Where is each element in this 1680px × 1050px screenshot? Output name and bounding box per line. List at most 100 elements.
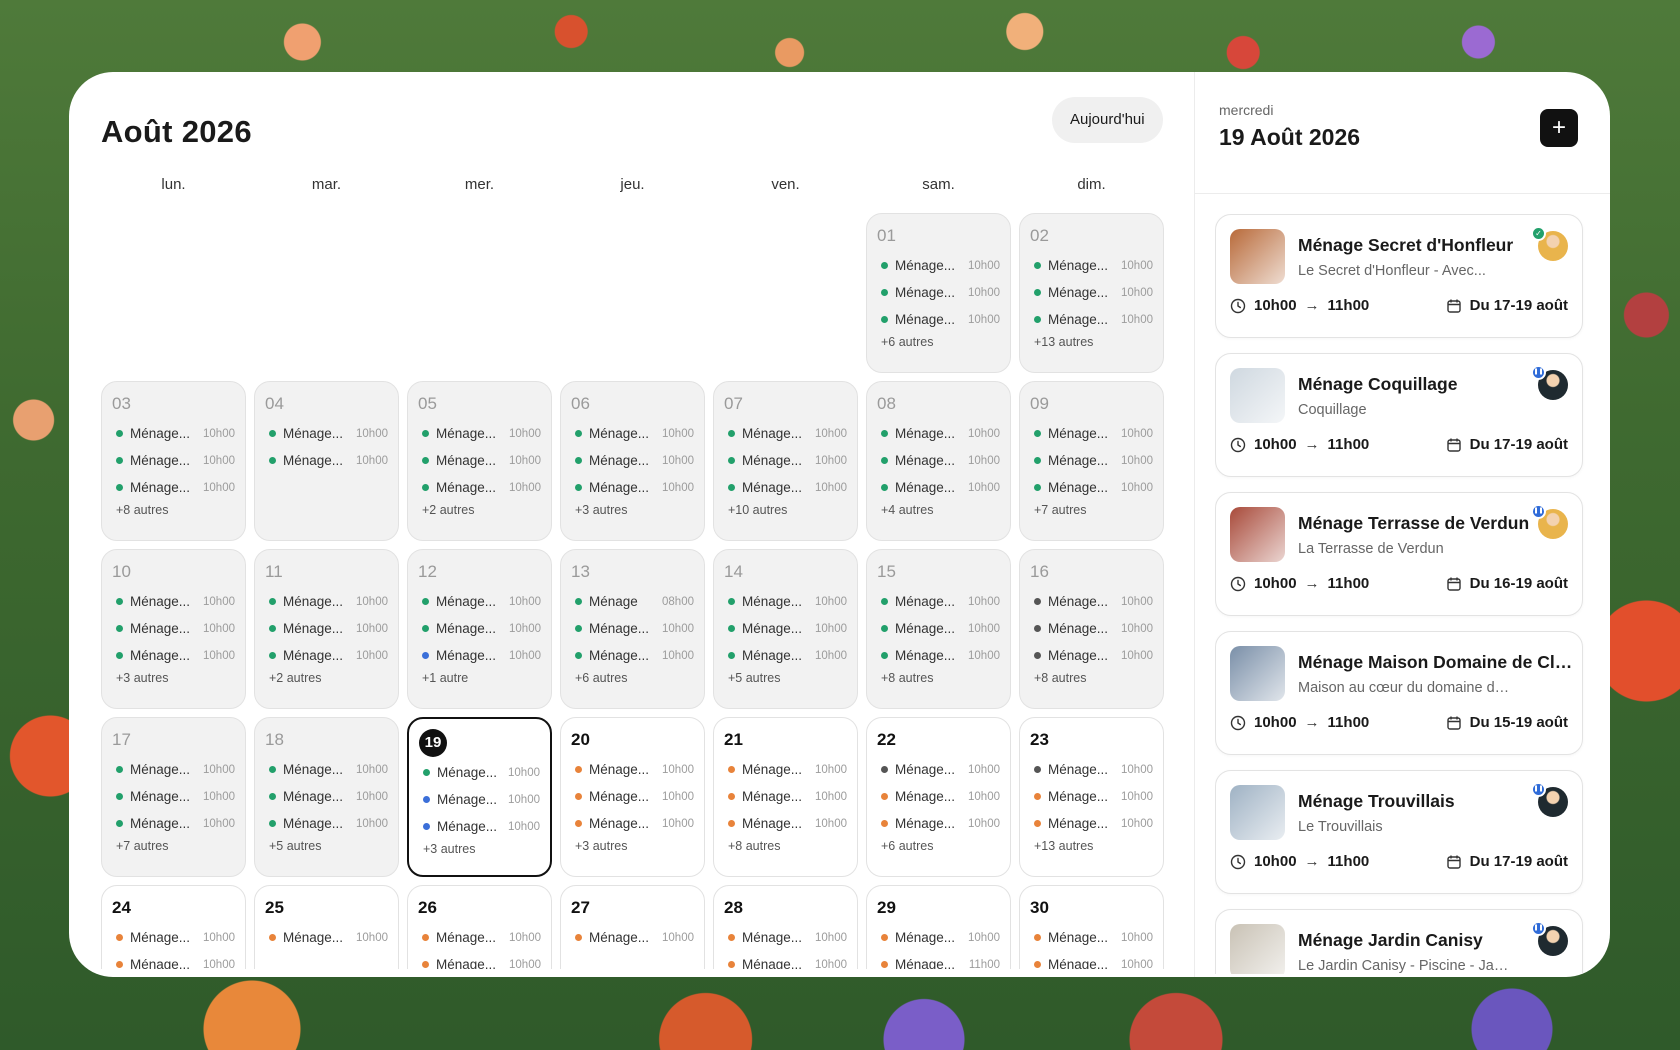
event-item[interactable]: Ménage... 10h00 xyxy=(724,474,847,501)
event-item[interactable]: Ménage... 10h00 xyxy=(724,951,847,969)
event-item[interactable]: Ménage... 10h00 xyxy=(571,474,694,501)
event-item[interactable]: Ménage... 10h00 xyxy=(265,756,388,783)
event-item[interactable]: Ménage... 10h00 xyxy=(724,615,847,642)
event-item[interactable]: Ménage... 10h00 xyxy=(724,756,847,783)
day-cell[interactable]: 18 Ménage... 10h00 Ménage... 10h00 Ménage... 1… xyxy=(254,717,399,877)
event-item[interactable]: Ménage... 10h00 xyxy=(418,924,541,951)
event-item[interactable]: Ménage... 10h00 xyxy=(877,420,1000,447)
day-cell[interactable]: 03 Ménage... 10h00 Ménage... 10h00 Ménage... 1… xyxy=(101,381,246,541)
more-events-link[interactable]: +13 autres xyxy=(1030,335,1153,349)
event-item[interactable]: Ménage... 10h00 xyxy=(418,951,541,969)
more-events-link[interactable]: +3 autres xyxy=(419,842,540,856)
event-item[interactable]: Ménage... 10h00 xyxy=(112,951,235,969)
day-cell[interactable]: 12 Ménage... 10h00 Ménage... 10h00 Ménage... 1… xyxy=(407,549,552,709)
more-events-link[interactable]: +7 autres xyxy=(1030,503,1153,517)
task-card[interactable]: Ménage Maison Domaine de Clairefo... Mais… xyxy=(1215,631,1583,755)
event-item[interactable]: Ménage... 10h00 xyxy=(419,786,540,813)
more-events-link[interactable]: +2 autres xyxy=(265,671,388,685)
event-item[interactable]: Ménage... 10h00 xyxy=(1030,783,1153,810)
event-item[interactable]: Ménage... 10h00 xyxy=(265,810,388,837)
event-item[interactable]: Ménage... 10h00 xyxy=(112,588,235,615)
event-item[interactable]: Ménage... 10h00 xyxy=(265,420,388,447)
day-cell[interactable]: 20 Ménage... 10h00 Ménage... 10h00 Ménage... 1… xyxy=(560,717,705,877)
more-events-link[interactable]: +3 autres xyxy=(571,839,694,853)
more-events-link[interactable]: +8 autres xyxy=(112,503,235,517)
event-item[interactable]: Ménage... 10h00 xyxy=(877,642,1000,669)
more-events-link[interactable]: +2 autres xyxy=(418,503,541,517)
more-events-link[interactable]: +5 autres xyxy=(724,671,847,685)
day-cell[interactable]: 10 Ménage... 10h00 Ménage... 10h00 Ménage... 1… xyxy=(101,549,246,709)
event-item[interactable]: Ménage... 10h00 xyxy=(112,447,235,474)
event-item[interactable]: Ménage... 10h00 xyxy=(418,420,541,447)
event-item[interactable]: Ménage... 10h00 xyxy=(418,615,541,642)
event-item[interactable]: Ménage... 10h00 xyxy=(877,447,1000,474)
event-item[interactable]: Ménage... 11h00 xyxy=(877,951,1000,969)
day-cell[interactable]: 25 Ménage... 10h00 xyxy=(254,885,399,969)
event-item[interactable]: Ménage... 10h00 xyxy=(877,810,1000,837)
event-item[interactable]: Ménage... 10h00 xyxy=(724,924,847,951)
more-events-link[interactable]: +8 autres xyxy=(724,839,847,853)
event-item[interactable]: Ménage... 10h00 xyxy=(1030,756,1153,783)
today-button[interactable]: Aujourd'hui xyxy=(1052,97,1163,143)
day-cell[interactable]: 27 Ménage... 10h00 xyxy=(560,885,705,969)
event-item[interactable]: Ménage... 10h00 xyxy=(877,615,1000,642)
event-item[interactable]: Ménage... 10h00 xyxy=(877,279,1000,306)
more-events-link[interactable]: +3 autres xyxy=(571,503,694,517)
event-item[interactable]: Ménage... 10h00 xyxy=(724,420,847,447)
day-cell[interactable]: 08 Ménage... 10h00 Ménage... 10h00 Ménage... 1… xyxy=(866,381,1011,541)
event-item[interactable]: Ménage... 10h00 xyxy=(112,615,235,642)
event-item[interactable]: Ménage... 10h00 xyxy=(877,306,1000,333)
day-cell[interactable]: 14 Ménage... 10h00 Ménage... 10h00 Ménage... 1… xyxy=(713,549,858,709)
more-events-link[interactable]: +8 autres xyxy=(1030,671,1153,685)
day-cell[interactable]: 26 Ménage... 10h00 Ménage... 10h00 xyxy=(407,885,552,969)
task-card[interactable]: Ménage Trouvillais Le Trouvillais ❚❚ 10h00 →… xyxy=(1215,770,1583,894)
event-item[interactable]: Ménage... 10h00 xyxy=(724,447,847,474)
day-cell[interactable]: 29 Ménage... 10h00 Ménage... 11h00 xyxy=(866,885,1011,969)
event-item[interactable]: Ménage... 10h00 xyxy=(1030,642,1153,669)
event-item[interactable]: Ménage... 10h00 xyxy=(265,588,388,615)
day-cell[interactable]: 04 Ménage... 10h00 Ménage... 10h00 xyxy=(254,381,399,541)
event-item[interactable]: Ménage... 10h00 xyxy=(112,783,235,810)
more-events-link[interactable]: +7 autres xyxy=(112,839,235,853)
event-item[interactable]: Ménage... 10h00 xyxy=(1030,951,1153,969)
event-item[interactable]: Ménage... 10h00 xyxy=(265,615,388,642)
event-item[interactable]: Ménage... 10h00 xyxy=(112,642,235,669)
event-item[interactable]: Ménage... 10h00 xyxy=(571,615,694,642)
event-item[interactable]: Ménage... 10h00 xyxy=(1030,810,1153,837)
more-events-link[interactable]: +5 autres xyxy=(265,839,388,853)
more-events-link[interactable]: +3 autres xyxy=(112,671,235,685)
day-cell[interactable]: 06 Ménage... 10h00 Ménage... 10h00 Ménage... 1… xyxy=(560,381,705,541)
day-cell[interactable]: 22 Ménage... 10h00 Ménage... 10h00 Ménage... 1… xyxy=(866,717,1011,877)
event-item[interactable]: Ménage... 10h00 xyxy=(1030,420,1153,447)
day-cell[interactable]: 02 Ménage... 10h00 Ménage... 10h00 Ménage... 1… xyxy=(1019,213,1164,373)
event-item[interactable]: Ménage... 10h00 xyxy=(419,813,540,840)
event-item[interactable]: Ménage... 10h00 xyxy=(112,924,235,951)
day-cell[interactable]: 15 Ménage... 10h00 Ménage... 10h00 Ménage... 1… xyxy=(866,549,1011,709)
day-cell[interactable]: 28 Ménage... 10h00 Ménage... 10h00 xyxy=(713,885,858,969)
event-item[interactable]: Ménage... 10h00 xyxy=(418,588,541,615)
event-item[interactable]: Ménage... 10h00 xyxy=(112,420,235,447)
day-cell[interactable]: 17 Ménage... 10h00 Ménage... 10h00 Ménage... 1… xyxy=(101,717,246,877)
task-card[interactable]: Ménage Terrasse de Verdun La Terrasse de … xyxy=(1215,492,1583,616)
event-item[interactable]: Ménage... 10h00 xyxy=(877,252,1000,279)
day-cell[interactable]: 21 Ménage... 10h00 Ménage... 10h00 Ménage... 1… xyxy=(713,717,858,877)
day-cell[interactable]: 24 Ménage... 10h00 Ménage... 10h00 xyxy=(101,885,246,969)
event-item[interactable]: Ménage... 10h00 xyxy=(1030,924,1153,951)
task-card[interactable]: Ménage Jardin Canisy Le Jardin Canisy - P… xyxy=(1215,909,1583,974)
event-item[interactable]: Ménage... 10h00 xyxy=(571,756,694,783)
more-events-link[interactable]: +8 autres xyxy=(877,671,1000,685)
event-item[interactable]: Ménage... 10h00 xyxy=(1030,588,1153,615)
event-item[interactable]: Ménage... 10h00 xyxy=(419,759,540,786)
task-card[interactable]: Ménage Secret d'Honfleur Le Secret d'Honf… xyxy=(1215,214,1583,338)
event-item[interactable]: Ménage... 10h00 xyxy=(265,783,388,810)
day-cell[interactable]: 11 Ménage... 10h00 Ménage... 10h00 Ménage... 1… xyxy=(254,549,399,709)
event-item[interactable]: Ménage... 10h00 xyxy=(571,642,694,669)
day-cell[interactable]: 23 Ménage... 10h00 Ménage... 10h00 Ménage... 1… xyxy=(1019,717,1164,877)
event-item[interactable]: Ménage... 10h00 xyxy=(1030,615,1153,642)
event-item[interactable]: Ménage... 10h00 xyxy=(112,756,235,783)
event-item[interactable]: Ménage... 10h00 xyxy=(112,474,235,501)
event-item[interactable]: Ménage... 10h00 xyxy=(112,810,235,837)
event-item[interactable]: Ménage... 10h00 xyxy=(265,924,388,951)
task-card[interactable]: Ménage Coquillage Coquillage ❚❚ 10h00 → 11h00… xyxy=(1215,353,1583,477)
add-task-button[interactable]: + xyxy=(1540,109,1578,147)
